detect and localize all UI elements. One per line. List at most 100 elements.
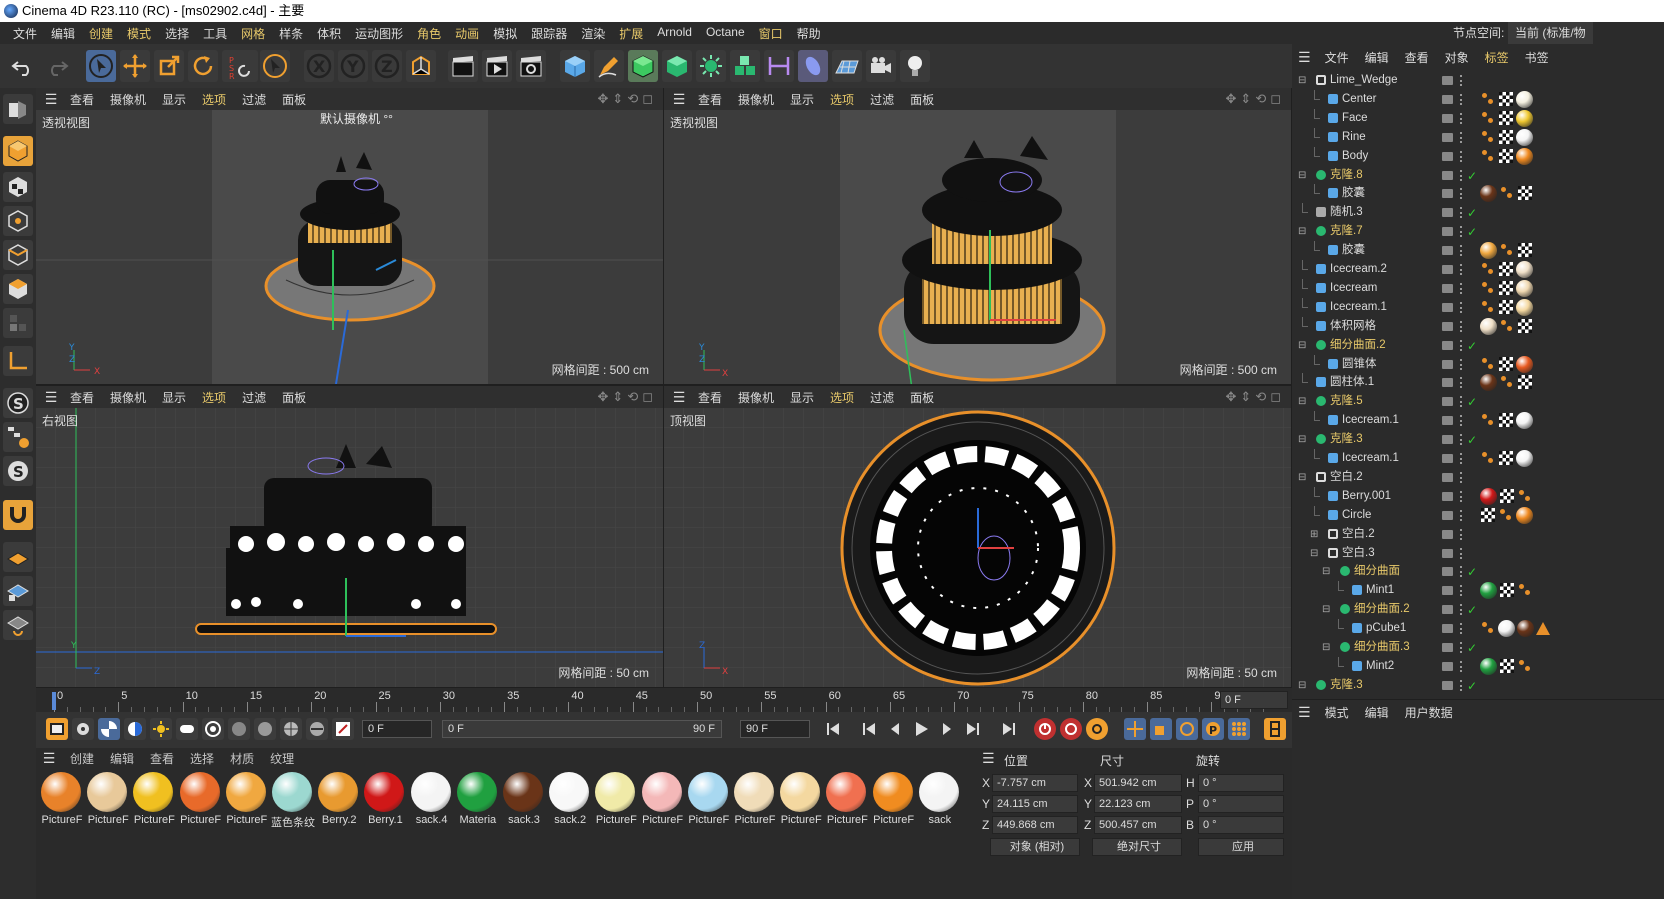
menu-item[interactable]: 渲染 bbox=[574, 25, 612, 42]
visibility-toggle[interactable] bbox=[1442, 680, 1453, 690]
coords-size-dropdown[interactable]: 绝对尺寸 bbox=[1092, 838, 1182, 856]
visibility-toggle[interactable] bbox=[1442, 170, 1453, 180]
material-tag-icon[interactable] bbox=[1516, 90, 1533, 108]
render-dots[interactable] bbox=[1460, 339, 1464, 351]
visibility-toggle[interactable] bbox=[1442, 643, 1453, 652]
extrude-button[interactable] bbox=[662, 50, 692, 82]
viewport-menu-filter[interactable]: 过滤 bbox=[234, 389, 274, 406]
visibility-toggle[interactable] bbox=[1442, 321, 1453, 331]
undo-button[interactable] bbox=[8, 50, 38, 82]
phong-tag-icon[interactable] bbox=[1518, 659, 1532, 673]
render-view-button[interactable] bbox=[448, 50, 478, 82]
coords-apply-button[interactable]: 应用 bbox=[1198, 838, 1284, 856]
object-row[interactable]: ⊟ 克隆.8 ✓ bbox=[1292, 166, 1664, 185]
next-key-button[interactable] bbox=[962, 718, 984, 740]
render-dots[interactable] bbox=[1460, 112, 1464, 124]
expand-toggle-icon[interactable]: ⊟ bbox=[1298, 430, 1306, 449]
visibility-toggle[interactable] bbox=[1442, 151, 1453, 161]
viewport-nav-icons[interactable]: ✥⇕⟲◻ bbox=[598, 91, 657, 107]
material-tag-icon[interactable] bbox=[1480, 374, 1497, 392]
phong-tag-icon[interactable] bbox=[1481, 281, 1495, 295]
menu-item[interactable]: 模拟 bbox=[486, 25, 524, 42]
viewport-camera-label[interactable]: 默认摄像机 °° bbox=[316, 110, 397, 127]
current-frame-field[interactable]: 0 F bbox=[362, 720, 432, 738]
viewport-menu-view[interactable]: 查看 bbox=[690, 389, 730, 406]
texture-tag-icon[interactable] bbox=[1500, 583, 1514, 598]
viewport-menu-icon[interactable]: ☰ bbox=[40, 91, 62, 108]
enabled-check-icon[interactable]: ✓ bbox=[1467, 204, 1477, 223]
expand-toggle-icon[interactable]: ⊞ bbox=[1310, 525, 1318, 544]
material-menu-create[interactable]: 创建 bbox=[62, 750, 102, 767]
material-tag-icon[interactable] bbox=[1516, 261, 1533, 278]
enabled-check-icon[interactable]: ✓ bbox=[1467, 223, 1477, 242]
object-row[interactable]: 体积网格 bbox=[1292, 316, 1664, 336]
material-tag-icon[interactable] bbox=[1516, 412, 1533, 430]
material-tag-icon[interactable] bbox=[1516, 355, 1533, 373]
render-dots[interactable] bbox=[1460, 509, 1464, 521]
object-row[interactable]: 随机.3 ✓ bbox=[1292, 203, 1664, 222]
material-swatch[interactable]: sack bbox=[918, 772, 960, 830]
go-to-end-button[interactable] bbox=[998, 718, 1020, 740]
object-row[interactable]: Icecream bbox=[1292, 278, 1664, 298]
object-row[interactable]: Mint1 bbox=[1292, 581, 1664, 600]
cloner-button[interactable] bbox=[696, 50, 726, 82]
visibility-toggle[interactable] bbox=[1442, 548, 1453, 558]
menu-item[interactable]: 帮助 bbox=[790, 25, 828, 42]
record-button[interactable] bbox=[1034, 718, 1056, 740]
motion-clip-button[interactable] bbox=[98, 718, 120, 740]
render-dots[interactable] bbox=[1460, 547, 1464, 559]
enabled-check-icon[interactable]: ✓ bbox=[1467, 337, 1477, 356]
phong-tag-icon[interactable] bbox=[1500, 319, 1514, 333]
motion-system-button[interactable] bbox=[72, 718, 94, 740]
object-row[interactable]: pCube1 bbox=[1292, 619, 1664, 638]
texture-tag-icon[interactable] bbox=[1499, 262, 1513, 276]
frame-range-slider[interactable]: 0 F 90 F bbox=[442, 720, 722, 738]
texture-tag-icon[interactable] bbox=[1518, 186, 1532, 201]
render-picture-viewer-button[interactable] bbox=[482, 50, 512, 82]
texture-tag-icon[interactable] bbox=[1500, 658, 1514, 673]
coords-menu-icon[interactable]: ☰ bbox=[982, 750, 995, 767]
render-dots[interactable] bbox=[1460, 377, 1464, 389]
render-dots[interactable] bbox=[1460, 585, 1464, 597]
visibility-toggle[interactable] bbox=[1442, 567, 1453, 577]
uv-mode-button[interactable] bbox=[3, 308, 33, 338]
viewport-perspective-2[interactable]: ☰ 查看 摄像机 显示 选项 过滤 面板 ✥⇕⟲◻ YZ X 透视视图 网格间距 … bbox=[664, 88, 1291, 384]
texture-tag-icon[interactable] bbox=[1499, 129, 1513, 144]
object-row[interactable]: ⊟ 细分曲面.2 ✓ bbox=[1292, 600, 1664, 619]
material-swatch[interactable]: PictureF bbox=[872, 772, 914, 830]
render-dots[interactable] bbox=[1460, 453, 1464, 464]
workplane-rotate-button[interactable] bbox=[3, 610, 33, 640]
render-dots[interactable] bbox=[1460, 490, 1464, 502]
material-menu-select[interactable]: 选择 bbox=[182, 750, 222, 767]
mograph-button[interactable] bbox=[730, 50, 760, 82]
visibility-toggle[interactable] bbox=[1442, 227, 1453, 237]
material-tag-icon[interactable] bbox=[1480, 242, 1497, 260]
viewport-nav-icons[interactable]: ✥⇕⟲◻ bbox=[598, 389, 657, 405]
texture-tag-icon[interactable] bbox=[1499, 91, 1513, 106]
key-position-button[interactable] bbox=[1124, 718, 1146, 740]
render-dots[interactable] bbox=[1460, 131, 1464, 143]
visibility-toggle[interactable] bbox=[1442, 378, 1453, 388]
coord-rotation-field[interactable]: 0 ° bbox=[1198, 816, 1284, 834]
viewport-menu-options[interactable]: 选项 bbox=[194, 91, 234, 108]
node-space-dropdown[interactable]: 当前 (标准/物 bbox=[1508, 22, 1593, 44]
viewport-menu-panel[interactable]: 面板 bbox=[902, 91, 942, 108]
expand-toggle-icon[interactable]: ⊟ bbox=[1298, 166, 1306, 185]
render-dots[interactable] bbox=[1460, 566, 1464, 578]
object-row[interactable]: 胶囊 bbox=[1292, 241, 1664, 260]
floor-button[interactable] bbox=[832, 50, 862, 82]
object-row[interactable]: Berry.001 bbox=[1292, 486, 1664, 506]
material-swatch[interactable]: PictureF bbox=[687, 772, 729, 830]
menu-item[interactable]: 创建 bbox=[82, 25, 120, 42]
render-dots[interactable] bbox=[1460, 245, 1464, 257]
material-tag-icon[interactable] bbox=[1516, 128, 1533, 146]
material-swatch[interactable]: PictureF bbox=[225, 772, 267, 830]
phong-tag-icon[interactable] bbox=[1481, 92, 1495, 106]
render-dots[interactable] bbox=[1460, 415, 1464, 427]
max-frame-field[interactable]: 90 F bbox=[740, 720, 810, 738]
sun-button[interactable] bbox=[150, 718, 172, 740]
keyframe-mode-button[interactable] bbox=[46, 718, 68, 740]
material-swatch[interactable]: PictureF bbox=[594, 772, 637, 830]
material-swatch[interactable]: sack.3 bbox=[502, 772, 544, 830]
viewport-menu-options[interactable]: 选项 bbox=[194, 389, 234, 406]
